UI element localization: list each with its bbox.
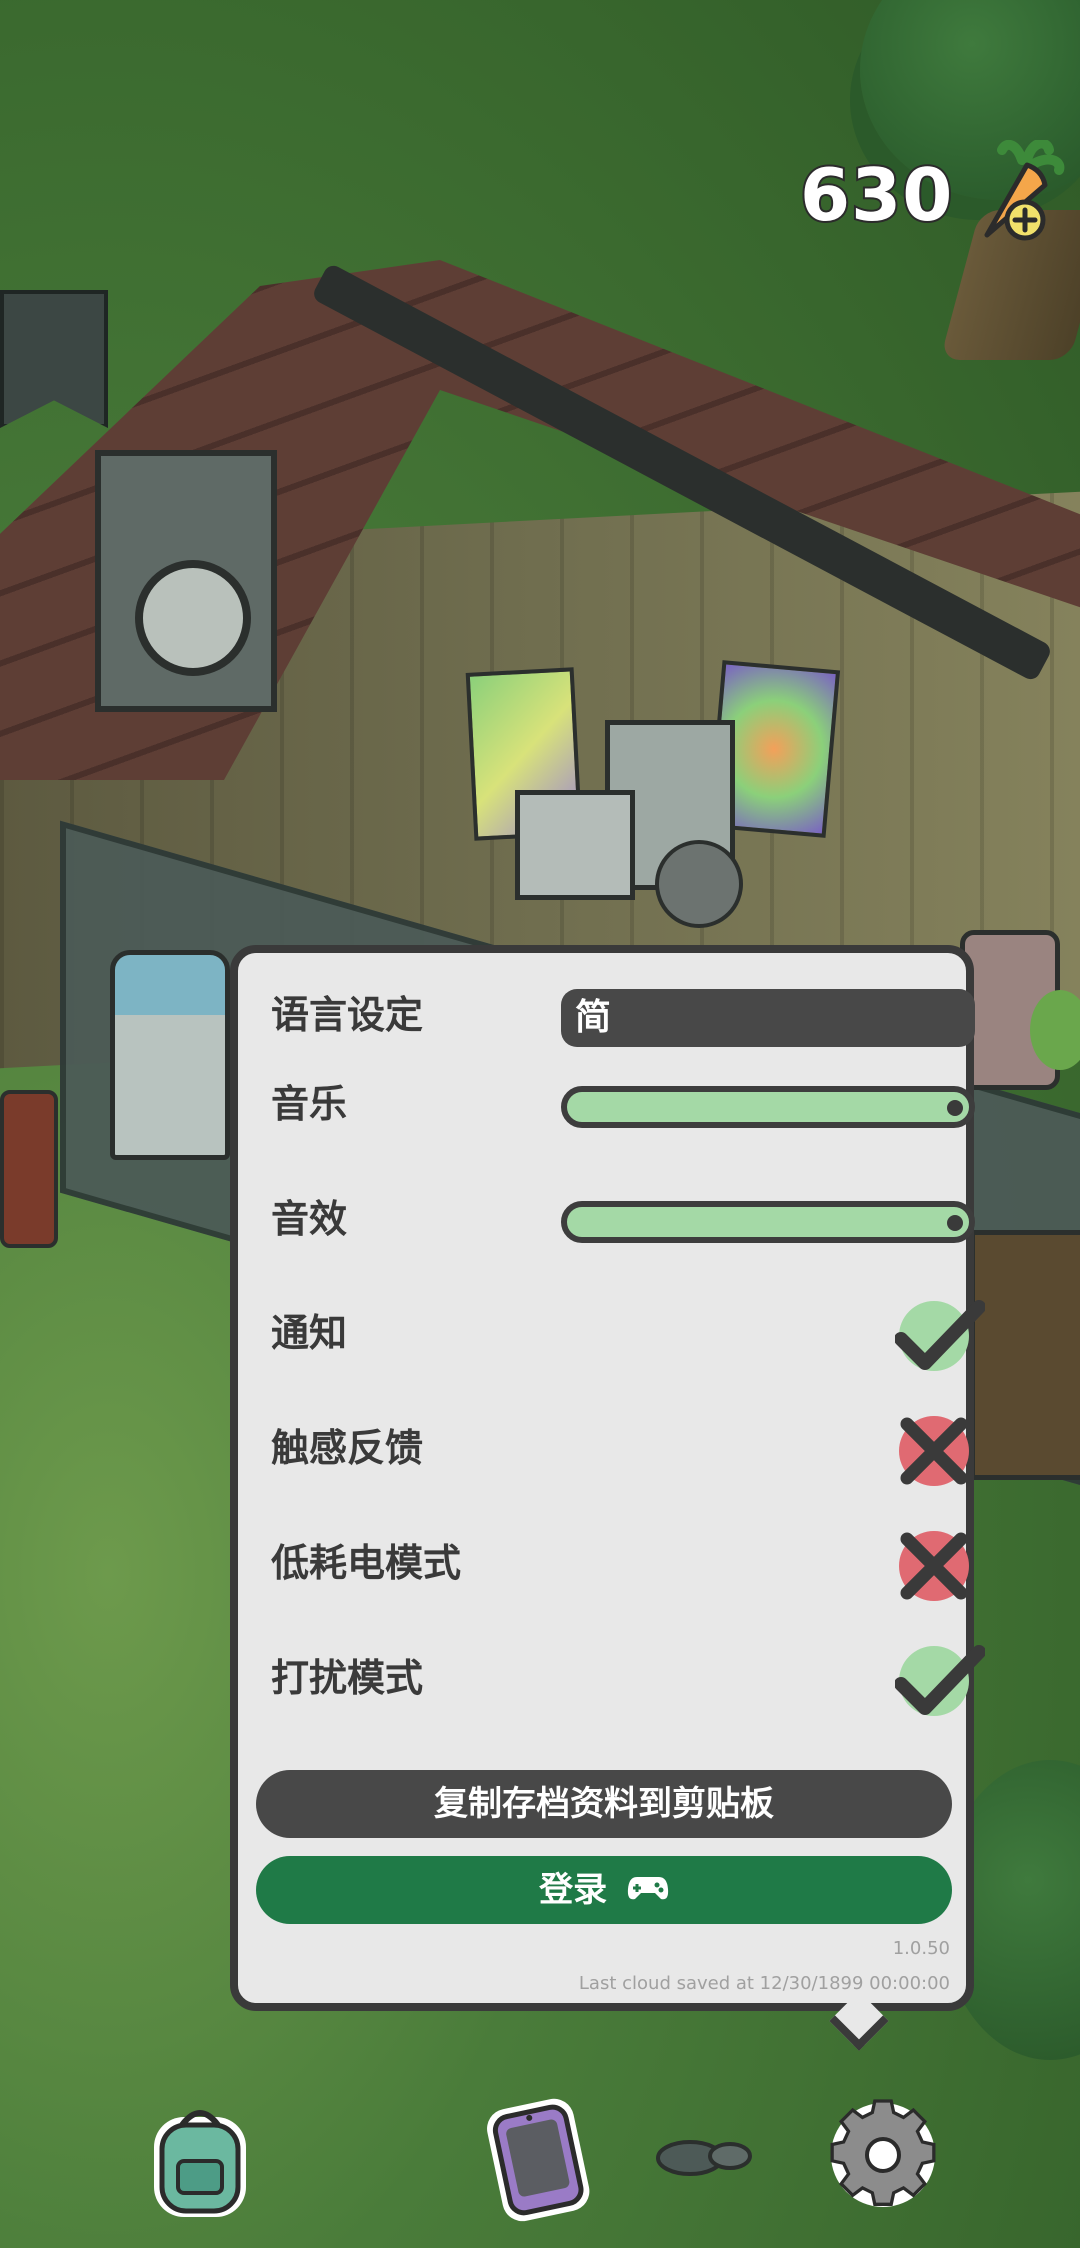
skull-flag <box>0 290 108 428</box>
sfx-slider[interactable] <box>561 1201 975 1243</box>
gamepad-icon <box>627 1858 669 1926</box>
wooden-bench <box>970 1230 1080 1480</box>
copy-save-label: 复制存档资料到剪贴板 <box>434 1784 774 1824</box>
notifications-label: 通知 <box>271 1311 348 1355</box>
cross-icon <box>900 1532 968 1600</box>
notifications-toggle[interactable] <box>895 1297 985 1373</box>
language-label: 语言设定 <box>271 993 424 1037</box>
carrot-count: 630 <box>798 151 954 239</box>
copy-save-button[interactable]: 复制存档资料到剪贴板 <box>256 1770 952 1838</box>
carrot-currency[interactable]: 630 <box>798 138 1067 250</box>
cross-icon <box>900 1417 968 1485</box>
haptics-row: 触感反馈 <box>271 1408 969 1488</box>
do-not-disturb-toggle[interactable] <box>895 1642 985 1718</box>
language-select[interactable]: 简 <box>561 989 975 1047</box>
checkmark-icon <box>895 1300 985 1370</box>
sfx-slider-knob[interactable] <box>947 1215 963 1231</box>
raccoon-character[interactable] <box>655 840 743 928</box>
water-cooler <box>110 950 230 1160</box>
sfx-label: 音效 <box>271 1197 348 1241</box>
notifications-row: 通知 <box>271 1293 985 1373</box>
music-row: 音乐 <box>271 1064 975 1144</box>
login-button[interactable]: 登录 <box>256 1856 952 1924</box>
cloud-save-status: Last cloud saved at 12/30/1899 00:00:00 <box>578 1973 950 1994</box>
lantern <box>0 1090 58 1248</box>
do-not-disturb-label: 打扰模式 <box>271 1656 424 1700</box>
power-saving-toggle[interactable] <box>895 1527 975 1603</box>
haptics-label: 触感反馈 <box>271 1426 424 1470</box>
power-saving-row: 低耗电模式 <box>271 1523 969 1603</box>
music-label: 音乐 <box>271 1082 348 1126</box>
checkmark-icon <box>895 1645 985 1715</box>
backpack-icon[interactable] <box>140 2095 260 2229</box>
login-label: 登录 <box>539 1870 608 1910</box>
clock-icon <box>135 560 251 676</box>
sfx-row: 音效 <box>271 1179 975 1259</box>
gear-icon[interactable] <box>818 2090 948 2224</box>
power-saving-label: 低耗电模式 <box>271 1541 462 1585</box>
haptics-toggle[interactable] <box>895 1412 975 1488</box>
settings-panel: 语言设定 简 音乐 音效 通知 触感反馈 低耗电模式 打扰模式 复制存档资料到剪… <box>230 945 985 2011</box>
stones-decoration <box>655 2130 755 2184</box>
printer-machine <box>515 790 635 900</box>
carrot-plus-icon[interactable] <box>967 138 1067 250</box>
language-row: 语言设定 简 <box>271 975 975 1055</box>
phone-icon[interactable] <box>472 2093 604 2229</box>
do-not-disturb-row: 打扰模式 <box>271 1638 985 1718</box>
version-text: 1.0.50 <box>892 1938 950 1959</box>
music-slider-knob[interactable] <box>947 1100 963 1116</box>
music-slider[interactable] <box>561 1086 975 1128</box>
